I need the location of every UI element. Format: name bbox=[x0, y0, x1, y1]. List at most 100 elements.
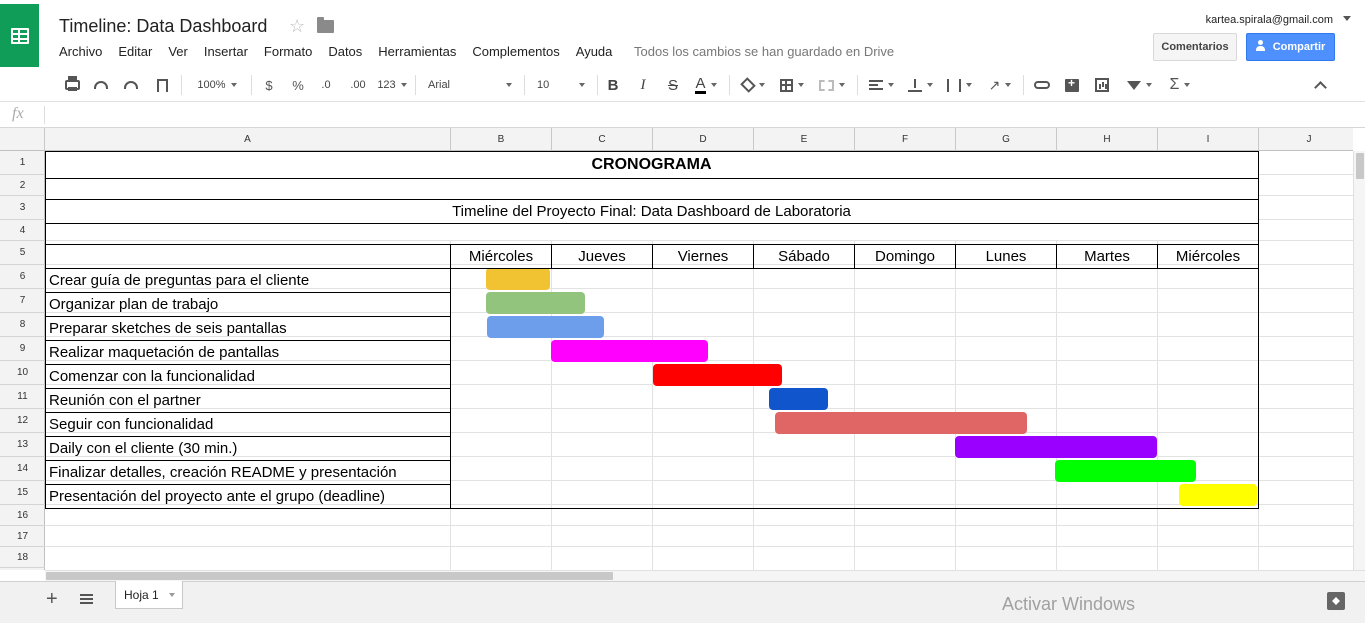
undo-button[interactable] bbox=[89, 68, 113, 102]
row-header[interactable]: 2 bbox=[0, 175, 45, 196]
column-header-i[interactable]: I bbox=[1158, 128, 1259, 151]
row-header[interactable]: 16 bbox=[0, 505, 45, 526]
row-header[interactable]: 12 bbox=[0, 409, 45, 433]
gantt-bar-maquetacion[interactable] bbox=[551, 340, 708, 362]
decrease-decimals-button[interactable]: .0 bbox=[314, 68, 338, 102]
vertical-scrollbar[interactable] bbox=[1353, 151, 1365, 570]
task-label[interactable]: Finalizar detalles, creación README y pr… bbox=[49, 461, 397, 484]
percent-format-button[interactable]: % bbox=[287, 68, 309, 102]
row-header[interactable]: 1 bbox=[0, 151, 45, 175]
horizontal-scroll-thumb[interactable] bbox=[46, 572, 613, 580]
bold-button[interactable]: B bbox=[602, 68, 624, 102]
sheet-tab-hoja-1[interactable]: Hoja 1 bbox=[115, 581, 183, 609]
row-header[interactable]: 7 bbox=[0, 289, 45, 313]
collapse-menus-button[interactable] bbox=[1308, 68, 1332, 102]
column-header-f[interactable]: F bbox=[855, 128, 956, 151]
day-header[interactable]: Sábado bbox=[754, 245, 854, 268]
text-color-button[interactable]: A bbox=[690, 68, 722, 102]
folder-icon[interactable] bbox=[317, 17, 334, 33]
formula-input[interactable] bbox=[50, 105, 1350, 125]
font-family-select[interactable]: Arial bbox=[422, 68, 518, 102]
day-header[interactable]: Viernes bbox=[653, 245, 753, 268]
task-label[interactable]: Presentación del proyecto ante el grupo … bbox=[49, 485, 385, 508]
menu-editar[interactable]: Editar bbox=[118, 44, 152, 59]
text-rotation-button[interactable]: ↗ bbox=[982, 68, 1018, 102]
task-label[interactable]: Comenzar con la funcionalidad bbox=[49, 365, 255, 388]
font-size-select[interactable]: 10 bbox=[531, 68, 591, 102]
task-label[interactable]: Reunión con el partner bbox=[49, 389, 201, 412]
gantt-bar-funcionalidad[interactable] bbox=[653, 364, 782, 386]
row-header[interactable]: 3 bbox=[0, 196, 45, 220]
insert-comment-button[interactable] bbox=[1060, 68, 1084, 102]
column-header-h[interactable]: H bbox=[1057, 128, 1158, 151]
row-header[interactable]: 13 bbox=[0, 433, 45, 457]
task-label[interactable]: Daily con el cliente (30 min.) bbox=[49, 437, 237, 460]
strikethrough-button[interactable]: S bbox=[662, 68, 684, 102]
menu-formato[interactable]: Formato bbox=[264, 44, 312, 59]
task-label[interactable]: Seguir con funcionalidad bbox=[49, 413, 213, 436]
star-icon[interactable]: ☆ bbox=[289, 16, 305, 37]
day-header[interactable]: Martes bbox=[1057, 245, 1157, 268]
menu-archivo[interactable]: Archivo bbox=[59, 44, 102, 59]
gantt-bar-reunion-partner[interactable] bbox=[769, 388, 828, 410]
task-label[interactable]: Preparar sketches de seis pantallas bbox=[49, 317, 287, 340]
functions-button[interactable]: Σ bbox=[1163, 68, 1197, 102]
row-header[interactable]: 14 bbox=[0, 457, 45, 481]
comments-button[interactable]: Comentarios bbox=[1153, 33, 1237, 61]
task-label[interactable]: Crear guía de preguntas para el cliente bbox=[49, 269, 309, 292]
row-header[interactable]: 4 bbox=[0, 220, 45, 241]
sheets-logo-icon[interactable] bbox=[0, 4, 39, 67]
increase-decimals-button[interactable]: .00 bbox=[344, 68, 372, 102]
print-button[interactable] bbox=[60, 68, 84, 102]
gantt-bar-seguir-funcionalidad[interactable] bbox=[775, 412, 1027, 434]
menu-herramientas[interactable]: Herramientas bbox=[378, 44, 456, 59]
row-header[interactable]: 8 bbox=[0, 313, 45, 337]
column-header-d[interactable]: D bbox=[653, 128, 754, 151]
horizontal-align-button[interactable] bbox=[864, 68, 898, 102]
gantt-bar-finalizar-detalles[interactable] bbox=[1055, 460, 1196, 482]
insert-chart-button[interactable] bbox=[1090, 68, 1114, 102]
document-title[interactable]: Timeline: Data Dashboard bbox=[59, 16, 267, 37]
task-label[interactable]: Organizar plan de trabajo bbox=[49, 293, 218, 316]
paint-format-button[interactable] bbox=[150, 68, 174, 102]
day-header[interactable]: Miércoles bbox=[1158, 245, 1258, 268]
account-dropdown-icon[interactable] bbox=[1343, 16, 1351, 21]
all-sheets-icon[interactable] bbox=[80, 594, 93, 604]
row-header[interactable]: 6 bbox=[0, 265, 45, 289]
explore-icon[interactable] bbox=[1327, 592, 1345, 610]
menu-ayuda[interactable]: Ayuda bbox=[576, 44, 613, 59]
cell-area[interactable]: CRONOGRAMA Timeline del Proyecto Final: … bbox=[45, 151, 1353, 570]
row-header[interactable]: 18 bbox=[0, 547, 45, 568]
day-header[interactable]: Lunes bbox=[956, 245, 1056, 268]
share-button[interactable]: Compartir bbox=[1246, 33, 1335, 61]
italic-button[interactable]: I bbox=[632, 68, 654, 102]
column-header-b[interactable]: B bbox=[451, 128, 552, 151]
row-header[interactable]: 5 bbox=[0, 241, 45, 265]
currency-format-button[interactable]: $ bbox=[258, 68, 280, 102]
day-header[interactable]: Domingo bbox=[855, 245, 955, 268]
menu-complementos[interactable]: Complementos bbox=[472, 44, 559, 59]
menu-insertar[interactable]: Insertar bbox=[204, 44, 248, 59]
account-email[interactable]: kartea.spirala@gmail.com bbox=[1206, 14, 1333, 26]
row-header[interactable]: 11 bbox=[0, 385, 45, 409]
vertical-align-button[interactable] bbox=[903, 68, 937, 102]
task-label[interactable]: Realizar maquetación de pantallas bbox=[49, 341, 279, 364]
gantt-bar-presentacion[interactable] bbox=[1179, 484, 1257, 506]
day-header[interactable]: Miércoles bbox=[451, 245, 551, 268]
redo-button[interactable] bbox=[119, 68, 143, 102]
merge-cells-button[interactable] bbox=[814, 68, 850, 102]
borders-button[interactable] bbox=[776, 68, 808, 102]
column-header-e[interactable]: E bbox=[754, 128, 855, 151]
chevron-down-icon[interactable] bbox=[168, 592, 175, 597]
column-header-g[interactable]: G bbox=[956, 128, 1057, 151]
row-header[interactable]: 17 bbox=[0, 526, 45, 547]
text-wrap-button[interactable] bbox=[942, 68, 976, 102]
add-sheet-button[interactable]: + bbox=[46, 588, 58, 611]
insert-link-button[interactable] bbox=[1030, 68, 1054, 102]
zoom-select[interactable]: 100% bbox=[188, 68, 246, 102]
gantt-bar-preparar-sketches[interactable] bbox=[487, 316, 604, 338]
column-header-c[interactable]: C bbox=[552, 128, 653, 151]
select-all-corner[interactable] bbox=[0, 128, 45, 151]
day-header[interactable]: Jueves bbox=[552, 245, 652, 268]
vertical-scroll-thumb[interactable] bbox=[1356, 153, 1364, 179]
